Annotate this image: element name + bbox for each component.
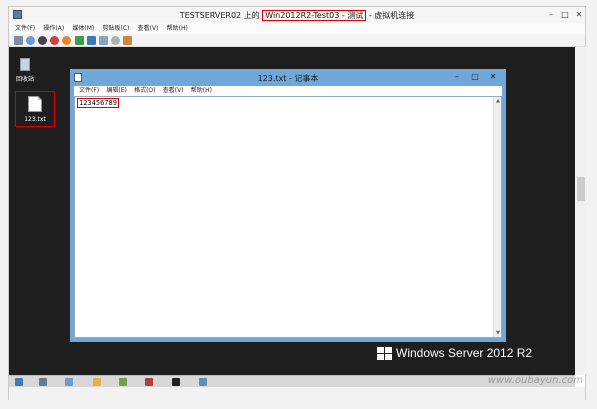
app-icon-2[interactable] — [145, 378, 153, 386]
recycle-bin-icon[interactable] — [17, 55, 33, 71]
vm-menu-help[interactable]: 帮助(H) — [167, 23, 188, 34]
vm-desktop[interactable]: 回收站 123.txt 123.txt - 记事本 – □ ✕ 文件(F) 编辑… — [9, 47, 575, 375]
os-branding-text: Windows Server 2012 R2 — [396, 346, 533, 360]
close-icon[interactable]: ✕ — [573, 9, 585, 20]
desktop-file-selected[interactable]: 123.txt — [15, 91, 55, 127]
vm-title-highlight: Win2012R2-Test03 - 测试 — [262, 10, 367, 21]
vm-menu-file[interactable]: 文件(F) — [15, 23, 35, 34]
notepad-maximize-icon[interactable]: □ — [470, 72, 480, 82]
notepad-window: 123.txt - 记事本 – □ ✕ 文件(F) 编辑(E) 格式(O) 查看… — [70, 69, 506, 342]
vm-menu-media[interactable]: 媒体(M) — [72, 23, 94, 34]
vm-toolbar — [9, 34, 585, 47]
notepad-titlebar[interactable]: 123.txt - 记事本 – □ ✕ — [70, 69, 506, 86]
vm-title: TESTSERVER02 上的 Win2012R2-Test03 - 测试 - … — [9, 10, 585, 21]
notepad-taskbar-icon[interactable] — [199, 378, 207, 386]
vm-menu-view[interactable]: 查看(V) — [138, 23, 159, 34]
vm-titlebar: TESTSERVER02 上的 Win2012R2-Test03 - 测试 - … — [9, 7, 585, 23]
enhanced-session-icon[interactable] — [123, 36, 132, 45]
np-menu-file[interactable]: 文件(F) — [79, 86, 99, 96]
recycle-bin-label: 回收站 — [15, 76, 34, 83]
vm-menu-clipboard[interactable]: 剪贴板(C) — [103, 23, 130, 34]
notepad-text-area[interactable]: 123456789 ▲ ▼ — [74, 96, 502, 338]
notepad-content: 123456789 — [77, 98, 119, 108]
vm-connection-window: TESTSERVER02 上的 Win2012R2-Test03 - 测试 - … — [8, 6, 587, 400]
windows-logo-icon — [377, 346, 393, 361]
cmd-icon[interactable] — [172, 378, 180, 386]
maximize-icon[interactable]: □ — [559, 9, 571, 20]
turn-off-icon[interactable] — [38, 36, 47, 45]
revert-icon[interactable] — [111, 36, 120, 45]
minimize-icon[interactable]: – — [545, 9, 557, 20]
vm-statusbar — [9, 387, 585, 400]
ctrl-alt-del-icon[interactable] — [14, 36, 23, 45]
vm-menu-action[interactable]: 操作(A) — [43, 23, 64, 34]
start-icon[interactable] — [26, 36, 35, 45]
text-file-icon — [28, 96, 42, 112]
vm-scrollbar[interactable] — [575, 47, 587, 375]
power-icon[interactable] — [62, 36, 71, 45]
reset-icon[interactable] — [87, 36, 96, 45]
start-button-icon[interactable] — [15, 378, 23, 386]
vm-scroll-thumb[interactable] — [577, 177, 585, 201]
vm-title-prefix: TESTSERVER02 上的 — [179, 11, 260, 20]
notepad-close-icon[interactable]: ✕ — [488, 72, 498, 82]
app-icon[interactable] — [119, 378, 127, 386]
np-menu-view[interactable]: 查看(V) — [163, 86, 184, 96]
explorer-icon[interactable] — [93, 378, 101, 386]
scroll-up-icon[interactable]: ▲ — [495, 98, 501, 104]
notepad-minimize-icon[interactable]: – — [452, 72, 462, 82]
np-menu-help[interactable]: 帮助(H) — [191, 86, 212, 96]
desktop-file-label: 123.txt — [24, 116, 46, 123]
powershell-icon[interactable] — [65, 378, 73, 386]
scroll-down-icon[interactable]: ▼ — [495, 330, 501, 336]
notepad-scrollbar[interactable]: ▲ ▼ — [493, 97, 501, 337]
vm-menubar: 文件(F) 操作(A) 媒体(M) 剪贴板(C) 查看(V) 帮助(H) — [9, 23, 585, 34]
notepad-title: 123.txt - 记事本 — [257, 74, 319, 83]
notepad-menubar: 文件(F) 编辑(E) 格式(O) 查看(V) 帮助(H) — [74, 86, 502, 96]
watermark: www.oubayun.com — [487, 375, 583, 386]
shutdown-icon[interactable] — [50, 36, 59, 45]
vm-title-suffix: - 虚拟机连接 — [368, 11, 415, 20]
np-menu-edit[interactable]: 编辑(E) — [106, 86, 126, 96]
np-menu-format[interactable]: 格式(O) — [134, 86, 155, 96]
server-manager-icon[interactable] — [39, 378, 47, 386]
os-branding: Windows Server 2012 R2 — [377, 346, 532, 361]
pause-icon[interactable] — [75, 36, 84, 45]
checkpoint-icon[interactable] — [99, 36, 108, 45]
